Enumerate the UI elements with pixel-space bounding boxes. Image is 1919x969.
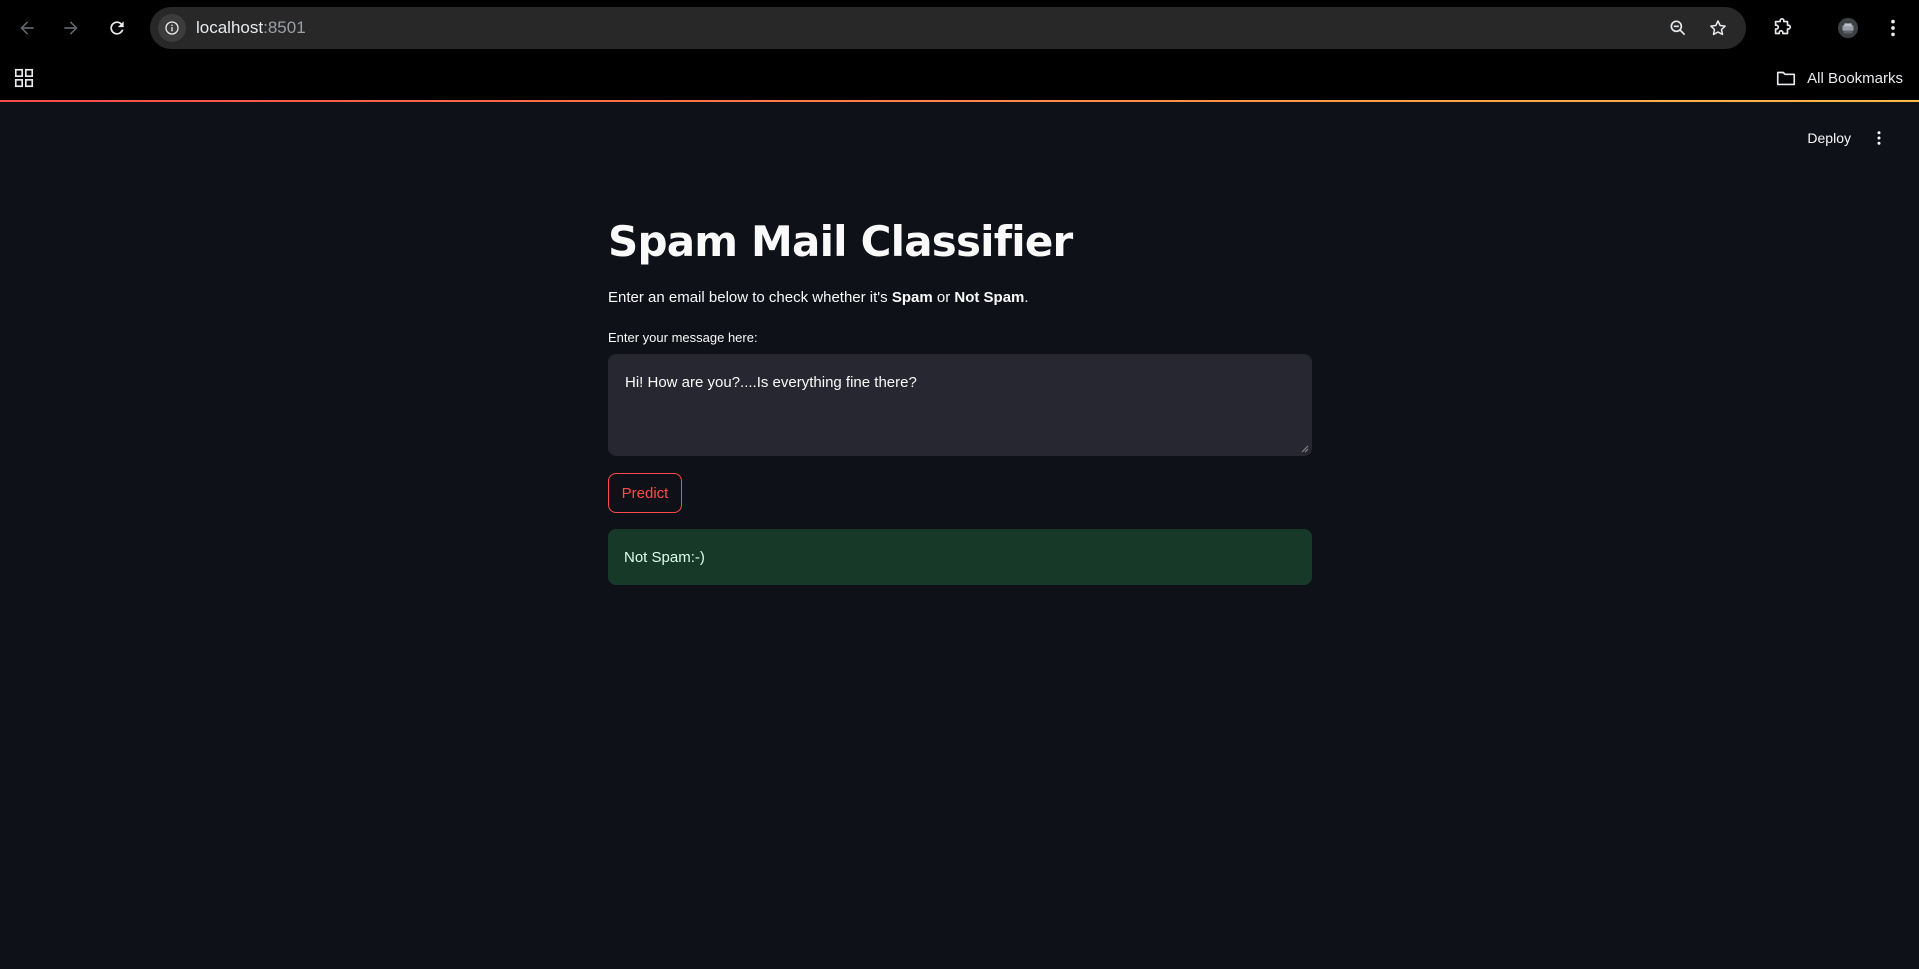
message-value: Hi! How are you?....Is everything fine t… xyxy=(625,374,917,391)
app-header: Deploy xyxy=(0,102,1919,170)
all-bookmarks-button[interactable]: All Bookmarks xyxy=(1775,65,1903,91)
puzzle-icon xyxy=(1774,18,1792,35)
arrow-left-icon xyxy=(20,21,34,35)
result-text: Not Spam:-) xyxy=(624,548,705,566)
message-label: Enter your message here: xyxy=(608,330,758,345)
apps-button[interactable] xyxy=(12,66,36,90)
deploy-button[interactable]: Deploy xyxy=(1799,124,1859,152)
forward-button[interactable] xyxy=(55,12,87,44)
url-host: localhost xyxy=(196,18,264,37)
address-bar[interactable]: localhost:8501 xyxy=(150,7,1746,49)
reload-button[interactable] xyxy=(101,12,133,44)
site-info-button[interactable] xyxy=(158,14,186,42)
extensions-button[interactable] xyxy=(1766,12,1798,44)
info-icon xyxy=(165,21,179,35)
zoom-button[interactable] xyxy=(1666,16,1690,40)
subtitle-prefix: Enter an email below to check whether it… xyxy=(608,289,892,306)
page-subtitle: Enter an email below to check whether it… xyxy=(608,287,1029,309)
star-icon xyxy=(1710,20,1726,36)
reload-icon xyxy=(110,21,124,35)
bookmark-star-button[interactable] xyxy=(1706,16,1730,40)
bookmarks-bar: All Bookmarks xyxy=(0,56,1919,100)
message-textarea[interactable]: Hi! How are you?....Is everything fine t… xyxy=(608,354,1312,456)
subtitle-or: or xyxy=(932,289,955,306)
resize-handle-icon[interactable] xyxy=(1301,445,1309,453)
page-title: Spam Mail Classifier xyxy=(608,217,1073,266)
url-port: :8501 xyxy=(263,18,306,37)
more-vertical-icon xyxy=(1891,19,1895,37)
zoom-out-icon xyxy=(1670,20,1686,36)
main-menu-button[interactable] xyxy=(1865,124,1893,152)
browser-menu-button[interactable] xyxy=(1877,12,1909,44)
browser-toolbar: localhost:8501 xyxy=(0,0,1919,56)
more-vertical-icon xyxy=(1877,131,1881,145)
predict-button[interactable]: Predict xyxy=(608,473,682,513)
subtitle-not-spam: Not Spam xyxy=(954,289,1025,306)
back-button[interactable] xyxy=(11,12,43,44)
arrow-right-icon xyxy=(64,21,78,35)
url-text: localhost:8501 xyxy=(196,18,306,38)
subtitle-spam: Spam xyxy=(891,289,933,306)
subtitle-suffix: . xyxy=(1024,289,1029,306)
folder-icon xyxy=(1777,71,1796,86)
apps-grid-icon xyxy=(14,68,34,88)
profile-avatar[interactable] xyxy=(1832,12,1864,44)
all-bookmarks-label: All Bookmarks xyxy=(1807,69,1903,87)
result-alert: Not Spam:-) xyxy=(608,529,1312,585)
avatar-icon xyxy=(1837,17,1859,39)
